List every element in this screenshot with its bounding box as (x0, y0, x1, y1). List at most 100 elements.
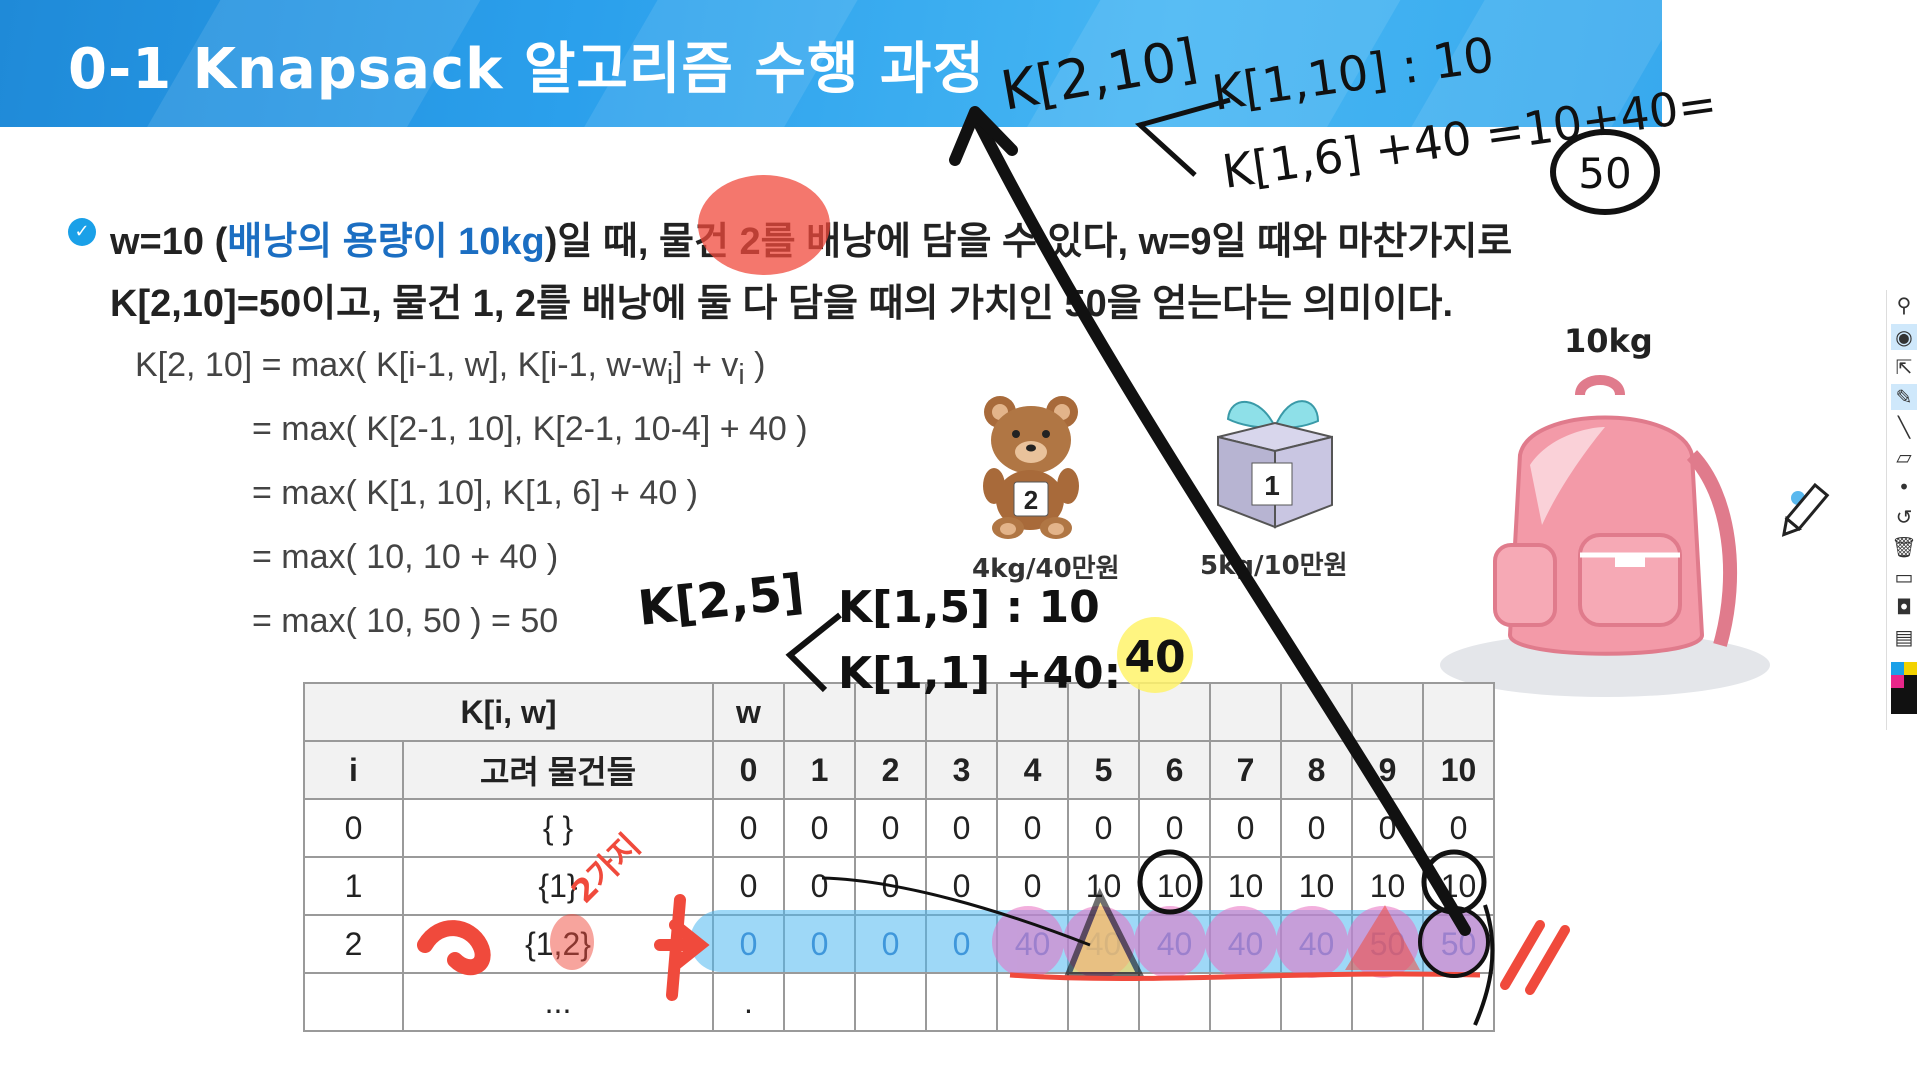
slide: 0-1 Knapsack 알고리즘 수행 과정 ✓ w=10 (배낭의 용량이 … (0, 0, 1920, 1080)
line1-part-c: )일 때, 물건 2를 배낭에 담을 수 있다, w=9일 때와 마찬가지로 (544, 221, 1513, 263)
note-circled-50: 50 (1578, 149, 1631, 198)
drawing-toolbar: ⚲ ◉ ⇱ ✎ ╲ ▱ • ↺ 🗑 ▭ ◘ ▤ (1886, 290, 1920, 730)
table-cell: 0 (712, 856, 785, 916)
table-cell: 50 (1422, 914, 1495, 974)
table-cell (1209, 972, 1282, 1032)
table-cell (1067, 972, 1140, 1032)
header-blank (1280, 682, 1353, 742)
table-cell: 0 (783, 914, 856, 974)
table-row: 0 { } 00000000000 (303, 798, 1495, 858)
table-cell: 0 (783, 798, 856, 858)
note-k-1-5: K[1,5] : 10 (838, 582, 1100, 633)
clipboard-icon[interactable]: ▤ (1891, 624, 1917, 650)
formula-line-3: = max( K[1, 10], K[1, 6] + 40 ) (252, 474, 699, 512)
cursor-dot (1791, 491, 1805, 505)
banner-decoration (1013, 0, 1407, 127)
table-cell (1351, 972, 1424, 1032)
pin-icon[interactable]: ⚲ (1891, 292, 1917, 318)
table-cell (1422, 972, 1495, 1032)
header-blank (1138, 682, 1211, 742)
formula-line-5: = max( 10, 50 ) = 50 (252, 602, 559, 640)
table-cell (783, 972, 856, 1032)
row-i (303, 972, 404, 1032)
table-cell: 10 (1280, 856, 1353, 916)
table-cell: 40 (1280, 914, 1353, 974)
table-cell: 0 (712, 798, 785, 858)
monitor-icon[interactable]: ▭ (1891, 564, 1917, 590)
header-col: 4 (996, 740, 1069, 800)
teddy-bear-icon: 2 (983, 396, 1079, 539)
header-col: 0 (712, 740, 785, 800)
title-banner: 0-1 Knapsack 알고리즘 수행 과정 (0, 0, 1662, 127)
table-cell: 0 (925, 798, 998, 858)
dot-icon[interactable]: • (1891, 474, 1917, 500)
pencil-cursor-icon (1781, 482, 1830, 537)
formula-line-2: = max( K[2-1, 10], K[2-1, 10-4] + 40 ) (252, 410, 808, 448)
row-set: {1,2} (402, 914, 714, 974)
table-row: 2 {1,2} 0 0 0 0 40 40 40 40 40 50 50 (303, 914, 1495, 974)
table-cell: 10 (1422, 856, 1495, 916)
trash-icon[interactable]: 🗑 (1891, 534, 1917, 560)
table-cell: 0 (854, 914, 927, 974)
pointer-icon[interactable]: ⇱ (1891, 354, 1917, 380)
gift-item-label: 5kg/10만원 (1200, 551, 1348, 581)
bullet-line-2: K[2,10]=50이고, 물건 1, 2를 배낭에 둘 다 담을 때의 가치인… (110, 283, 1454, 325)
table-cell: . (712, 972, 785, 1032)
table-header-top: K[i, w] w (303, 682, 1495, 742)
bear-item-label: 4kg/40만원 (972, 554, 1120, 584)
header-blank (783, 682, 856, 742)
table-cell: 0 (712, 914, 785, 974)
pen-icon[interactable]: ✎ (1891, 384, 1917, 410)
slide-title: 0-1 Knapsack 알고리즘 수행 과정 (68, 37, 986, 102)
red-slash-marks (1500, 920, 1570, 995)
header-blank (1351, 682, 1424, 742)
table-cell: 0 (925, 856, 998, 916)
row-i: 2 (303, 914, 404, 974)
header-blank (925, 682, 998, 742)
header-k-iw: K[i, w] (303, 682, 714, 742)
eye-icon[interactable]: ◉ (1891, 324, 1917, 350)
table-cell: 0 (1422, 798, 1495, 858)
header-items-considered: 고려 물건들 (402, 740, 714, 800)
camera-icon[interactable]: ◘ (1891, 594, 1917, 620)
table-cell: 0 (783, 856, 856, 916)
table-cell: 10 (1351, 856, 1424, 916)
backpack-icon (1440, 375, 1770, 697)
table-cell (996, 972, 1069, 1032)
table-cell: 50 (1351, 914, 1424, 974)
backpack-capacity-label: 10kg (1564, 322, 1653, 360)
formula-line-4: = max( 10, 10 + 40 ) (252, 538, 559, 576)
header-col: 1 (783, 740, 856, 800)
eraser-icon[interactable]: ▱ (1891, 444, 1917, 470)
row-set: { } (402, 798, 714, 858)
table-cell: 40 (1209, 914, 1282, 974)
row-set: ... (402, 972, 714, 1032)
capacity-text: 배낭의 용량이 10kg (227, 221, 545, 263)
check-circle-icon: ✓ (68, 218, 96, 246)
row-i: 0 (303, 798, 404, 858)
header-blank (1067, 682, 1140, 742)
header-col: 7 (1209, 740, 1282, 800)
color-palette-icon[interactable] (1891, 662, 1917, 714)
circle-mark (1550, 129, 1660, 215)
table-cell: 0 (996, 798, 1069, 858)
header-col: 2 (854, 740, 927, 800)
table-cell: 40 (1067, 914, 1140, 974)
table-cell: 40 (1138, 914, 1211, 974)
line-icon[interactable]: ╲ (1891, 414, 1917, 440)
header-col: 5 (1067, 740, 1140, 800)
gift-box-icon: 1 (1217, 400, 1333, 529)
table-cell: 0 (996, 856, 1069, 916)
undo-icon[interactable]: ↺ (1891, 504, 1917, 530)
table-cell: 0 (925, 914, 998, 974)
bullet-line-1: w=10 (배낭의 용량이 10kg)일 때, 물건 2를 배낭에 담을 수 있… (110, 210, 1512, 265)
row-i: 1 (303, 856, 404, 916)
header-blank (1422, 682, 1495, 742)
header-w: w (712, 682, 785, 742)
table-cell: 40 (996, 914, 1069, 974)
dp-table: K[i, w] w i 고려 물건들 0 1 2 3 4 5 6 7 8 9 1… (303, 682, 1495, 1032)
formula-text: K[2, 10] = max( K[i-1, w], K[i-1, w-w (135, 346, 667, 384)
table-cell (854, 972, 927, 1032)
table-header: i 고려 물건들 0 1 2 3 4 5 6 7 8 9 10 (303, 740, 1495, 800)
header-i: i (303, 740, 404, 800)
